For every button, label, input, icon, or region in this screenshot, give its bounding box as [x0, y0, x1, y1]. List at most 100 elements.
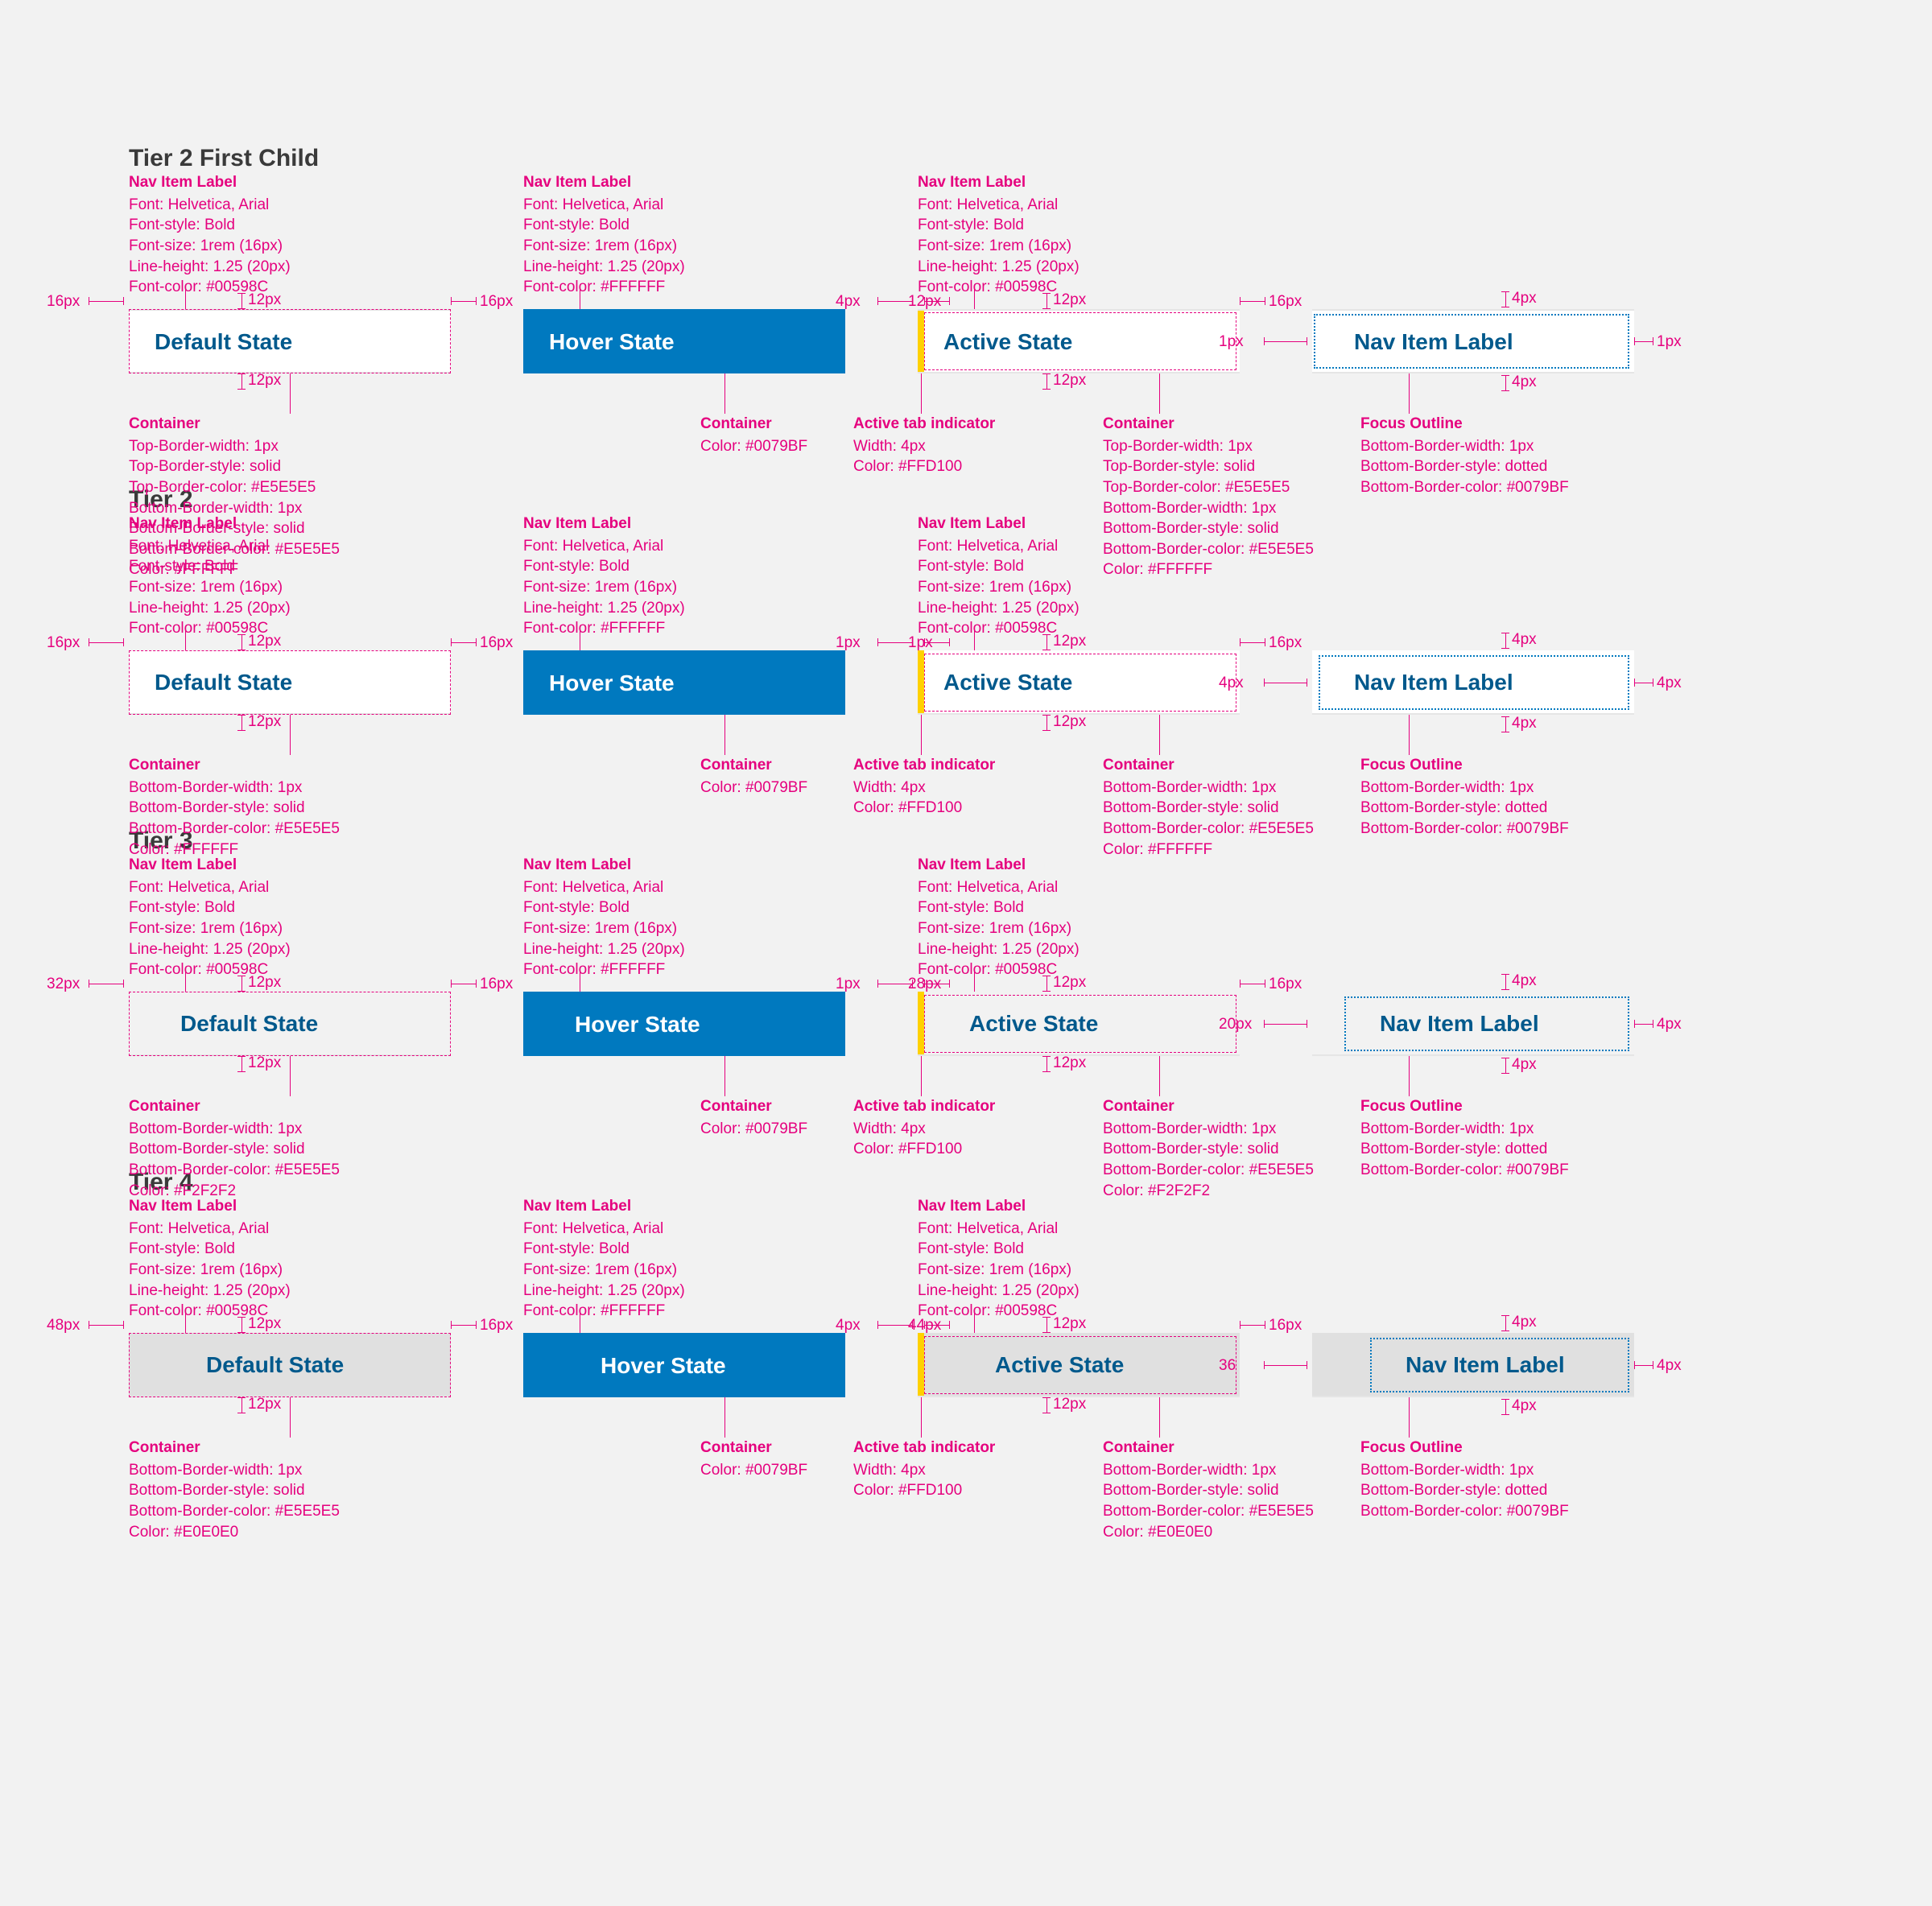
spec-annotation: ContainerColor: #0079BF	[700, 1438, 807, 1480]
leader-line	[290, 1397, 291, 1438]
annotation-line: Bottom-Border-color: #0079BF	[1360, 1160, 1569, 1181]
measurement-label: 4px	[1512, 1056, 1537, 1074]
nav-item[interactable]: Default State	[129, 1333, 451, 1397]
measurement-label: 1px	[1657, 333, 1682, 351]
spec-annotation: ContainerBottom-Border-width: 1pxBottom-…	[129, 1096, 340, 1201]
measurement-label: 4px	[1657, 1357, 1682, 1375]
annotation-title: Focus Outline	[1360, 414, 1569, 435]
measurement-label: 4px	[836, 1317, 861, 1335]
spec-annotation: Nav Item LabelFont: Helvetica, ArialFont…	[918, 1196, 1080, 1322]
nav-item[interactable]: Hover State	[523, 992, 845, 1056]
nav-item[interactable]: Default State	[129, 650, 451, 715]
annotation-line: Line-height: 1.25 (20px)	[129, 939, 291, 960]
annotation-line: Font: Helvetica, Arial	[918, 195, 1080, 216]
nav-item[interactable]: Active State	[918, 650, 1240, 715]
spec-annotation: ContainerBottom-Border-width: 1pxBottom-…	[129, 1438, 340, 1542]
annotation-line: Bottom-Border-width: 1px	[129, 1460, 340, 1481]
annotation-line: Font: Helvetica, Arial	[523, 195, 685, 216]
annotation-line: Line-height: 1.25 (20px)	[129, 598, 291, 619]
measurement-label: 4px	[1657, 1016, 1682, 1033]
annotation-line: Bottom-Border-color: #0079BF	[1360, 819, 1569, 840]
state-default: Default StateNav Item LabelFont: Helveti…	[129, 309, 451, 373]
measurement-label: 16px	[480, 1317, 513, 1335]
annotation-line: Bottom-Border-color: #0079BF	[1360, 477, 1569, 498]
nav-item[interactable]: Hover State	[523, 1333, 845, 1397]
annotation-line: Top-Border-width: 1px	[129, 436, 340, 457]
annotation-line: Font: Helvetica, Arial	[129, 877, 291, 898]
nav-item[interactable]: Active State	[918, 309, 1240, 373]
leader-line	[974, 1309, 975, 1333]
state-default: Default StateNav Item LabelFont: Helveti…	[129, 992, 451, 1056]
spec-annotation: Active tab indicatorWidth: 4pxColor: #FF…	[853, 1096, 995, 1160]
measurement-label: 12px	[248, 633, 281, 650]
annotation-line: Color: #0079BF	[700, 1119, 807, 1140]
annotation-line: Font-size: 1rem (16px)	[918, 1260, 1080, 1281]
spec-annotation: Nav Item LabelFont: Helvetica, ArialFont…	[523, 855, 685, 980]
annotation-title: Active tab indicator	[853, 1096, 995, 1117]
leader-line	[290, 373, 291, 414]
annotation-line: Color: #E0E0E0	[129, 1522, 340, 1543]
annotation-line: Bottom-Border-color: #0079BF	[1360, 1501, 1569, 1522]
annotation-line: Top-Border-style: solid	[1103, 456, 1314, 477]
leader-line	[974, 967, 975, 992]
spec-annotation: Focus OutlineBottom-Border-width: 1pxBot…	[1360, 1438, 1569, 1522]
measurement-label: 4px	[836, 293, 861, 311]
state-hover: Hover StateNav Item LabelFont: Helvetica…	[523, 992, 845, 1056]
annotation-line: Bottom-Border-width: 1px	[1103, 1119, 1314, 1140]
spec-annotation: Focus OutlineBottom-Border-width: 1pxBot…	[1360, 1096, 1569, 1181]
annotation-line: Font-style: Bold	[918, 897, 1080, 918]
measurement-label: 12px	[908, 293, 941, 311]
nav-item[interactable]: Nav Item Label	[1312, 650, 1634, 715]
nav-item-label: Active State	[943, 668, 1072, 696]
annotation-line: Font-style: Bold	[129, 215, 291, 236]
nav-item[interactable]: Hover State	[523, 650, 845, 715]
nav-item[interactable]: Default State	[129, 309, 451, 373]
nav-item[interactable]: Nav Item Label	[1312, 992, 1634, 1056]
annotation-line: Color: #FFD100	[853, 456, 995, 477]
nav-item[interactable]: Default State	[129, 992, 451, 1056]
leader-line	[1159, 715, 1160, 755]
measurement-label: 20px	[1219, 1016, 1252, 1033]
leader-line	[185, 1309, 186, 1333]
annotation-line: Font-color: #FFFFFF	[523, 618, 685, 639]
spec-annotation: ContainerColor: #0079BF	[700, 414, 807, 456]
measurement-label: 4px	[1512, 715, 1537, 732]
spec-annotation: Focus OutlineBottom-Border-width: 1pxBot…	[1360, 755, 1569, 840]
state-active: Active StateNav Item LabelFont: Helvetic…	[918, 650, 1240, 715]
annotation-line: Line-height: 1.25 (20px)	[918, 257, 1080, 278]
leader-line	[921, 1056, 922, 1096]
annotation-line: Bottom-Border-width: 1px	[1360, 1460, 1569, 1481]
annotation-line: Font-size: 1rem (16px)	[129, 918, 291, 939]
spec-annotation: Nav Item LabelFont: Helvetica, ArialFont…	[129, 855, 291, 980]
annotation-line: Font: Helvetica, Arial	[918, 877, 1080, 898]
annotation-title: Nav Item Label	[129, 1196, 291, 1217]
annotation-line: Font-color: #FFFFFF	[523, 1301, 685, 1322]
leader-line	[185, 285, 186, 309]
measurement-label: 1px	[1219, 333, 1244, 351]
state-hover: Hover StateNav Item LabelFont: Helvetica…	[523, 1333, 845, 1397]
nav-item[interactable]: Active State	[918, 1333, 1240, 1397]
measurement-label: 12px	[1053, 1315, 1086, 1333]
annotation-line: Color: #E0E0E0	[1103, 1522, 1314, 1543]
nav-item[interactable]: Nav Item Label	[1312, 309, 1634, 373]
annotation-title: Container	[129, 755, 340, 776]
leader-line	[185, 967, 186, 992]
nav-item[interactable]: Nav Item Label	[1312, 1333, 1634, 1397]
measurement-label: 44px	[908, 1317, 941, 1335]
leader-line	[290, 715, 291, 755]
nav-item[interactable]: Active State	[918, 992, 1240, 1056]
measurement-label: 12px	[1053, 633, 1086, 650]
annotation-title: Nav Item Label	[523, 172, 685, 193]
leader-line	[1409, 1056, 1410, 1096]
annotation-line: Font-style: Bold	[918, 556, 1080, 577]
nav-item-label: Default State	[180, 1009, 318, 1038]
annotation-line: Bottom-Border-width: 1px	[1103, 498, 1314, 519]
annotation-line: Font: Helvetica, Arial	[918, 536, 1080, 557]
measurement-label: 16px	[47, 293, 80, 311]
leader-line	[1409, 1397, 1410, 1438]
spec-annotation: Nav Item LabelFont: Helvetica, ArialFont…	[523, 514, 685, 639]
annotation-line: Bottom-Border-color: #E5E5E5	[1103, 1160, 1314, 1181]
annotation-line: Font-style: Bold	[523, 897, 685, 918]
nav-item[interactable]: Hover State	[523, 309, 845, 373]
annotation-line: Bottom-Border-style: solid	[129, 1480, 340, 1501]
